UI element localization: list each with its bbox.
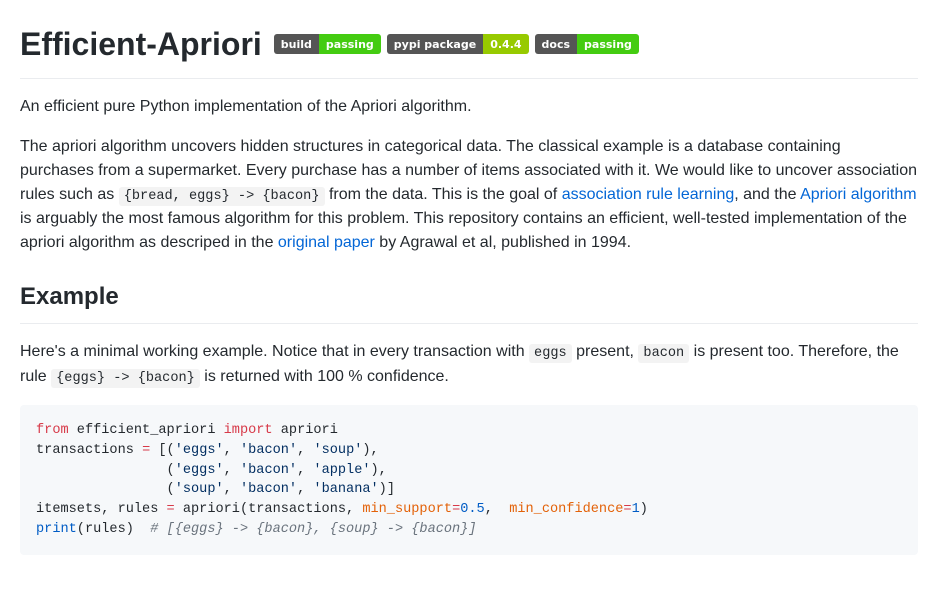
inline-code-bacon: bacon: [638, 344, 689, 363]
text: by Agrawal et al, published in 1994.: [375, 234, 631, 251]
badge-docs[interactable]: docs passing: [535, 34, 639, 54]
title-text: Efficient-Apriori: [20, 20, 262, 68]
badge-value: passing: [319, 34, 381, 54]
badge-value: passing: [577, 34, 639, 54]
badge-label: pypi package: [387, 34, 483, 54]
page-title: Efficient-Apriori build passing pypi pac…: [20, 20, 918, 79]
badge-build[interactable]: build passing: [274, 34, 381, 54]
intro-paragraph: An efficient pure Python implementation …: [20, 95, 918, 119]
example-heading: Example: [20, 279, 918, 324]
badge-pypi[interactable]: pypi package 0.4.4: [387, 34, 529, 54]
text: , and the: [734, 186, 800, 203]
text: present,: [576, 343, 638, 360]
example-intro-paragraph: Here's a minimal working example. Notice…: [20, 340, 918, 389]
text: is returned with 100 % confidence.: [204, 368, 449, 385]
badge-label: build: [274, 34, 319, 54]
inline-code-rule: {bread, eggs} -> {bacon}: [119, 187, 325, 206]
description-paragraph: The apriori algorithm uncovers hidden st…: [20, 135, 918, 255]
code-block: from efficient_apriori import apriori tr…: [20, 405, 918, 555]
badge-value: 0.4.4: [483, 34, 528, 54]
text: from the data. This is the goal of: [329, 186, 562, 203]
badge-label: docs: [535, 34, 578, 54]
link-apriori-algorithm[interactable]: Apriori algorithm: [800, 186, 916, 203]
inline-code-rule2: {eggs} -> {bacon}: [51, 369, 200, 388]
link-original-paper[interactable]: original paper: [278, 234, 375, 251]
link-association-rule-learning[interactable]: association rule learning: [562, 186, 735, 203]
inline-code-eggs: eggs: [529, 344, 572, 363]
text: Here's a minimal working example. Notice…: [20, 343, 529, 360]
